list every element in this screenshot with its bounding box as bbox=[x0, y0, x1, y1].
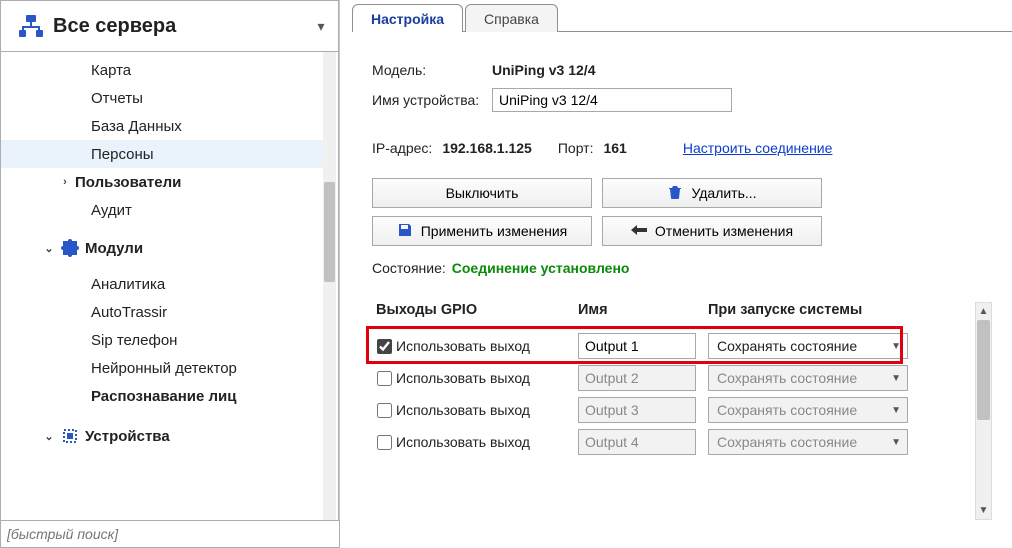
gpio-scrollbar[interactable]: ▲ ▼ bbox=[975, 302, 992, 520]
delete-button[interactable]: Удалить... bbox=[602, 178, 822, 208]
model-label: Модель: bbox=[372, 62, 492, 78]
tabs: Настройка Справка bbox=[352, 2, 1012, 32]
quick-search-input[interactable] bbox=[1, 522, 339, 546]
gpio-onboot-select: Сохранять состояние▼ bbox=[708, 429, 908, 455]
gpio-row: Использовать выход Сохранять состояние▼ bbox=[372, 330, 969, 362]
nav-item-отчеты[interactable]: Отчеты bbox=[1, 84, 323, 112]
nav-item-sip-телефон[interactable]: Sip телефон bbox=[1, 326, 323, 354]
expander-icon: ⌄ bbox=[41, 430, 57, 443]
nav-item-label: Sip телефон bbox=[89, 332, 177, 349]
expander-icon: ⌄ bbox=[41, 242, 57, 255]
gpio-use-label: Использовать выход bbox=[396, 402, 578, 418]
disable-button[interactable]: Выключить bbox=[372, 178, 592, 208]
gpio-name-input bbox=[578, 429, 696, 455]
gpio-onboot-select[interactable]: Сохранять состояние▼ bbox=[708, 333, 908, 359]
nav-item-label: AutoTrassir bbox=[89, 304, 167, 321]
nav-item-label: Отчеты bbox=[89, 90, 143, 107]
nav-item-label: Пользователи bbox=[73, 174, 181, 191]
nav-item-label: Нейронный детектор bbox=[89, 360, 237, 377]
servers-icon bbox=[15, 14, 47, 38]
tab-help[interactable]: Справка bbox=[465, 4, 558, 32]
status-label: Состояние: bbox=[372, 260, 446, 276]
chevron-down-icon: ▼ bbox=[891, 405, 901, 416]
search-row bbox=[0, 520, 340, 548]
gpio-row: Использовать выход Сохранять состояние▼ bbox=[372, 362, 969, 394]
gpio-use-checkbox[interactable] bbox=[377, 371, 392, 386]
chip-icon bbox=[57, 425, 83, 447]
puzzle-icon bbox=[57, 237, 83, 259]
nav-item-карта[interactable]: Карта bbox=[1, 56, 323, 84]
apply-button[interactable]: Применить изменения bbox=[372, 216, 592, 246]
nav-item-база-данных[interactable]: База Данных bbox=[1, 112, 323, 140]
revert-button[interactable]: Отменить изменения bbox=[602, 216, 822, 246]
chevron-down-icon: ▼ bbox=[891, 437, 901, 448]
gpio-row: Использовать выход Сохранять состояние▼ bbox=[372, 426, 969, 458]
nav-item-autotrassir[interactable]: AutoTrassir bbox=[1, 298, 323, 326]
scroll-up-icon[interactable]: ▲ bbox=[976, 303, 991, 320]
sidebar-scrollbar[interactable] bbox=[323, 52, 336, 520]
content-panel: Настройка Справка Модель: UniPing v3 12/… bbox=[340, 0, 1012, 520]
nav-item-label: Аналитика bbox=[89, 276, 165, 293]
configure-connection-link[interactable]: Настроить соединение bbox=[683, 140, 833, 156]
nav-item-распознавание-лиц[interactable]: Распознавание лиц bbox=[1, 382, 323, 410]
model-value: UniPing v3 12/4 bbox=[492, 62, 595, 78]
gpio-name-input bbox=[578, 397, 696, 423]
sidebar-dropdown-icon[interactable]: ▾ bbox=[312, 18, 330, 35]
gpio-onboot-select: Сохранять состояние▼ bbox=[708, 397, 908, 423]
nav-item-модули[interactable]: ⌄ Модули bbox=[1, 234, 323, 262]
sidebar-scroll-thumb[interactable] bbox=[324, 182, 335, 282]
gpio-scroll-thumb[interactable] bbox=[977, 320, 990, 420]
nav-item-пользователи[interactable]: ›Пользователи bbox=[1, 168, 323, 196]
gpio-head-onboot: При запуске системы bbox=[708, 302, 908, 318]
sidebar-title: Все сервера bbox=[47, 15, 312, 38]
nav-item-нейронный-детектор[interactable]: Нейронный детектор bbox=[1, 354, 323, 382]
nav-item-label: Модули bbox=[83, 240, 143, 257]
sidebar-header[interactable]: Все сервера ▾ bbox=[0, 0, 339, 52]
tab-settings[interactable]: Настройка bbox=[352, 4, 463, 32]
chevron-down-icon: ▼ bbox=[891, 373, 901, 384]
gpio-use-checkbox[interactable] bbox=[377, 435, 392, 450]
chevron-down-icon: ▼ bbox=[891, 341, 901, 352]
gpio-use-label: Использовать выход bbox=[396, 434, 578, 450]
trash-icon bbox=[667, 184, 683, 203]
gpio-onboot-select: Сохранять состояние▼ bbox=[708, 365, 908, 391]
nav-item-аудит[interactable]: Аудит bbox=[1, 196, 323, 224]
gpio-head-outputs: Выходы GPIO bbox=[372, 302, 578, 318]
nav-item-label: Распознавание лиц bbox=[89, 388, 237, 405]
nav-tree: Карта Отчеты База Данных Персоны ›Пользовате… bbox=[1, 52, 323, 520]
nav-item-label: Карта bbox=[89, 62, 131, 79]
status-value: Соединение установлено bbox=[452, 260, 630, 276]
ip-label: IP-адрес: bbox=[372, 140, 432, 156]
nav-item-label: База Данных bbox=[89, 118, 182, 135]
nav-item-label: Персоны bbox=[89, 146, 154, 163]
gpio-use-checkbox[interactable] bbox=[377, 403, 392, 418]
sidebar: Все сервера ▾ Карта Отчеты База Данных Перс… bbox=[0, 0, 340, 520]
port-label: Порт: bbox=[558, 140, 594, 156]
gpio-head-name: Имя bbox=[578, 302, 708, 318]
gpio-name-input[interactable] bbox=[578, 333, 696, 359]
port-value: 161 bbox=[603, 140, 626, 156]
nav-item-персоны[interactable]: Персоны bbox=[1, 140, 323, 168]
scroll-down-icon[interactable]: ▼ bbox=[976, 502, 991, 519]
nav-item-устройства[interactable]: ⌄ Устройства bbox=[1, 422, 323, 450]
gpio-table: Выходы GPIO Имя При запуске системы Испо… bbox=[372, 302, 969, 520]
devname-input[interactable] bbox=[492, 88, 732, 112]
back-arrow-icon bbox=[631, 223, 647, 240]
expander-icon: › bbox=[57, 176, 73, 188]
gpio-name-input bbox=[578, 365, 696, 391]
nav-item-label: Аудит bbox=[89, 202, 132, 219]
gpio-use-label: Использовать выход bbox=[396, 338, 578, 354]
gpio-use-label: Использовать выход bbox=[396, 370, 578, 386]
gpio-use-checkbox[interactable] bbox=[377, 339, 392, 354]
devname-label: Имя устройства: bbox=[372, 92, 492, 108]
nav-item-label: Устройства bbox=[83, 428, 170, 445]
nav-item-аналитика[interactable]: Аналитика bbox=[1, 270, 323, 298]
gpio-row: Использовать выход Сохранять состояние▼ bbox=[372, 394, 969, 426]
save-icon bbox=[397, 222, 413, 241]
ip-value: 192.168.1.125 bbox=[442, 140, 532, 156]
